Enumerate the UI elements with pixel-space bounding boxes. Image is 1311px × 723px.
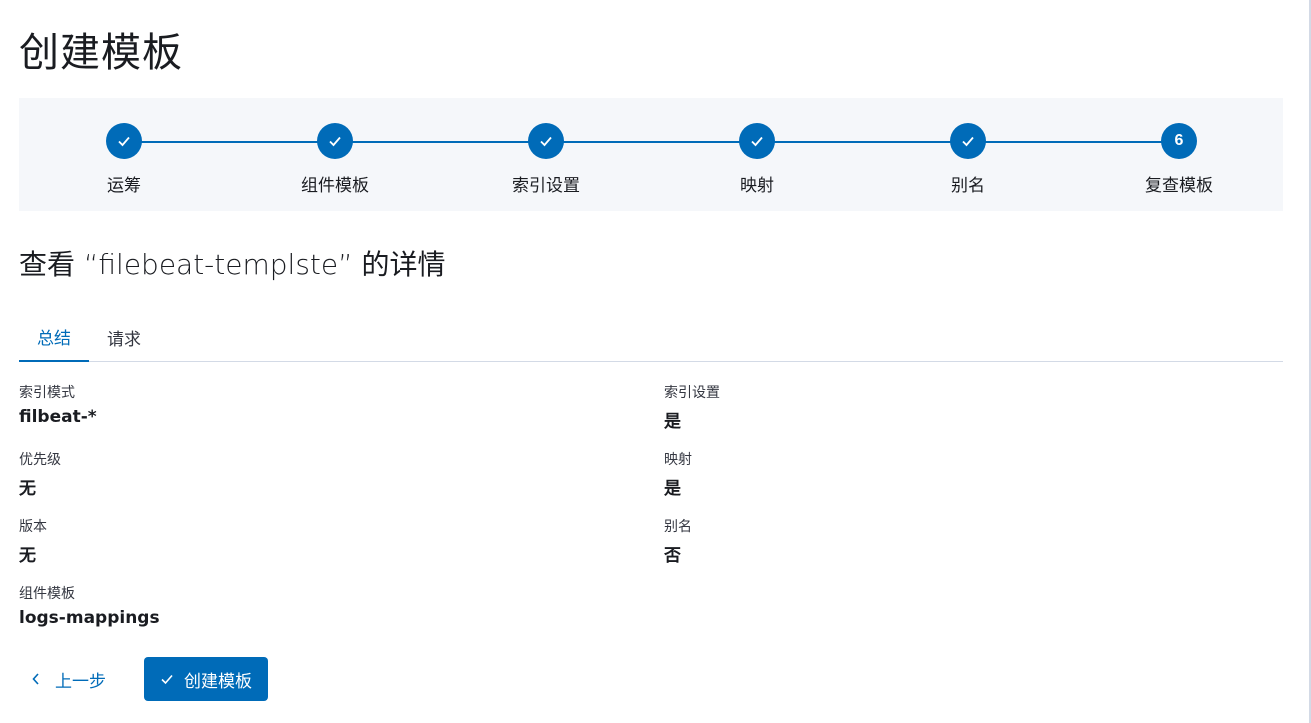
tab-request[interactable]: 请求 <box>89 313 159 362</box>
step-label: 运筹 <box>107 176 141 196</box>
step-1-circle <box>106 123 142 159</box>
step-label: 组件模板 <box>301 176 369 196</box>
field-label: 索引模式 <box>19 385 75 401</box>
field-mappings: 映射 是 <box>664 449 692 499</box>
field-component-templates: 组件模板 logs-mappings <box>19 583 160 628</box>
field-priority: 优先级 无 <box>19 449 61 499</box>
field-value: 否 <box>664 546 681 566</box>
step-3[interactable]: 索引设置 <box>466 123 626 196</box>
tab-summary[interactable]: 总结 <box>19 313 89 362</box>
check-icon <box>118 136 130 147</box>
step-6-number: 6 <box>1161 123 1197 159</box>
field-value: 是 <box>664 412 681 432</box>
page-title: 创建模板 <box>19 30 183 76</box>
step-5[interactable]: 别名 <box>888 123 1048 196</box>
check-icon <box>751 136 763 147</box>
field-value: 是 <box>664 479 681 499</box>
step-4-circle <box>739 123 775 159</box>
field-label: 版本 <box>19 519 47 535</box>
step-4[interactable]: 映射 <box>677 123 837 196</box>
field-value: logs-mappings <box>19 608 160 628</box>
field-index-pattern: 索引模式 filbeat-* <box>19 382 97 427</box>
field-value: 无 <box>19 479 36 499</box>
create-button-label: 创建模板 <box>184 671 252 692</box>
field-value: 无 <box>19 546 36 566</box>
field-index-settings: 索引设置 是 <box>664 382 720 432</box>
tabs: 总结 请求 <box>19 313 1283 362</box>
create-template-button[interactable]: 创建模板 <box>144 657 268 701</box>
step-1[interactable]: 运筹 <box>44 123 204 196</box>
step-label: 索引设置 <box>512 176 580 196</box>
field-label: 映射 <box>664 452 692 468</box>
step-label: 别名 <box>951 176 985 196</box>
back-button[interactable]: 上一步 <box>19 657 118 701</box>
field-label: 组件模板 <box>19 586 75 602</box>
field-version: 版本 无 <box>19 516 47 566</box>
field-label: 优先级 <box>19 452 61 468</box>
step-6[interactable]: 6 复查模板 <box>1099 123 1259 196</box>
chevron-left-icon <box>31 672 41 686</box>
step-3-circle <box>528 123 564 159</box>
field-aliases: 别名 否 <box>664 516 692 566</box>
step-label: 复查模板 <box>1145 176 1213 196</box>
field-label: 别名 <box>664 519 692 535</box>
check-icon <box>160 672 174 686</box>
field-value: filbeat-* <box>19 407 97 427</box>
step-2-circle <box>317 123 353 159</box>
step-2[interactable]: 组件模板 <box>255 123 415 196</box>
steps-bar: 运筹 组件模板 索引设置 映射 别名 6 复查模板 <box>19 98 1283 211</box>
page: 创建模板 运筹 组件模板 索引设置 映射 别名 6 复查模板 查看 “fileb… <box>0 0 1311 723</box>
check-icon <box>962 136 974 147</box>
step-label: 映射 <box>740 176 774 196</box>
details-title: 查看 “filebeat-templste” 的详情 <box>19 248 446 281</box>
step-5-circle <box>950 123 986 159</box>
check-icon <box>540 136 552 147</box>
check-icon <box>329 136 341 147</box>
field-label: 索引设置 <box>664 385 720 401</box>
back-button-label: 上一步 <box>55 671 106 692</box>
